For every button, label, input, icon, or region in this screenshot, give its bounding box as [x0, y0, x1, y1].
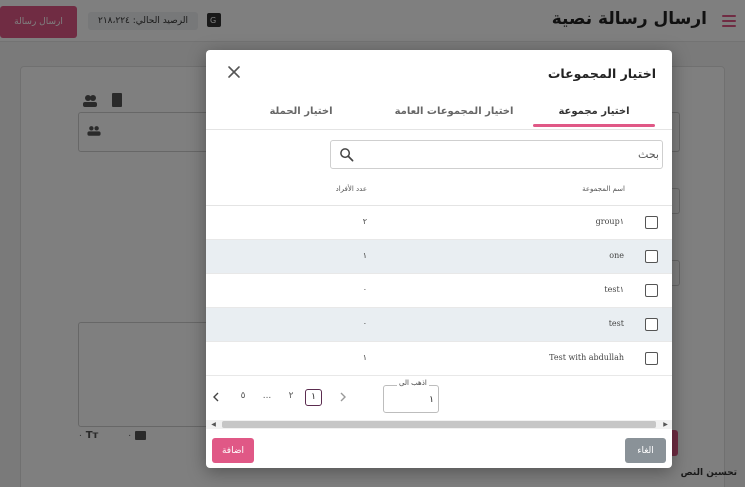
page-2[interactable]: ٢ [284, 391, 298, 401]
page-1-current[interactable]: ١ [305, 389, 322, 406]
member-count: ١ [362, 353, 367, 362]
chevron-left-icon[interactable] [211, 392, 221, 402]
table-header: اسم المجموعة عدد الأفراد [206, 174, 672, 206]
member-count: ٢ [362, 217, 367, 226]
group-name: one [609, 251, 624, 260]
group-name: group١ [595, 217, 624, 226]
column-header-count: عدد الأفراد [335, 185, 367, 193]
member-count: ٠ [362, 319, 367, 328]
modal-title: اختيار المجموعات [547, 66, 656, 81]
groups-modal: اختيار المجموعات اختيار مجموعة اختيار ال… [206, 50, 672, 468]
column-header-name: اسم المجموعة [582, 185, 625, 193]
group-name: test١ [604, 285, 624, 294]
table-row[interactable]: group١ ٢ [206, 206, 672, 240]
group-name: Test with abdullah [549, 353, 624, 362]
group-name: test [608, 319, 624, 328]
row-checkbox[interactable] [645, 250, 658, 263]
row-checkbox[interactable] [645, 318, 658, 331]
search-input[interactable] [359, 142, 659, 167]
horizontal-scrollbar[interactable]: ◀ ▶ [206, 420, 672, 429]
modal-footer: اضافة الغاء [206, 430, 672, 468]
add-button[interactable]: اضافة [212, 438, 254, 463]
active-tab-indicator [533, 124, 655, 127]
goto-page-input[interactable] [386, 392, 434, 408]
member-count: ١ [362, 251, 367, 260]
row-checkbox[interactable] [645, 216, 658, 229]
page-ellipsis: ... [262, 391, 272, 401]
search-box [330, 140, 663, 169]
tab-select-campaign[interactable]: اختيار الحملة [236, 94, 366, 130]
scroll-right-icon[interactable]: ▶ [661, 420, 670, 429]
goto-label: اذهب الى [397, 379, 429, 387]
member-count: ٠ [362, 285, 367, 294]
tab-public-groups[interactable]: اختيار المجموعات العامة [392, 94, 516, 130]
chevron-right-icon[interactable] [338, 392, 348, 402]
row-checkbox[interactable] [645, 284, 658, 297]
search-icon[interactable] [339, 147, 354, 162]
table-row[interactable]: test ٠ [206, 308, 672, 342]
table-row[interactable]: one ١ [206, 240, 672, 274]
scroll-left-icon[interactable]: ◀ [209, 420, 218, 429]
scrollbar-thumb[interactable] [222, 421, 656, 428]
cancel-button[interactable]: الغاء [625, 438, 666, 463]
table-row[interactable]: Test with abdullah ١ [206, 342, 672, 376]
page-5[interactable]: ٥ [236, 391, 250, 401]
close-icon[interactable] [226, 64, 242, 80]
pagination: ٥ ... ٢ ١ اذهب الى [206, 378, 672, 418]
row-checkbox[interactable] [645, 352, 658, 365]
table-row[interactable]: test١ ٠ [206, 274, 672, 308]
